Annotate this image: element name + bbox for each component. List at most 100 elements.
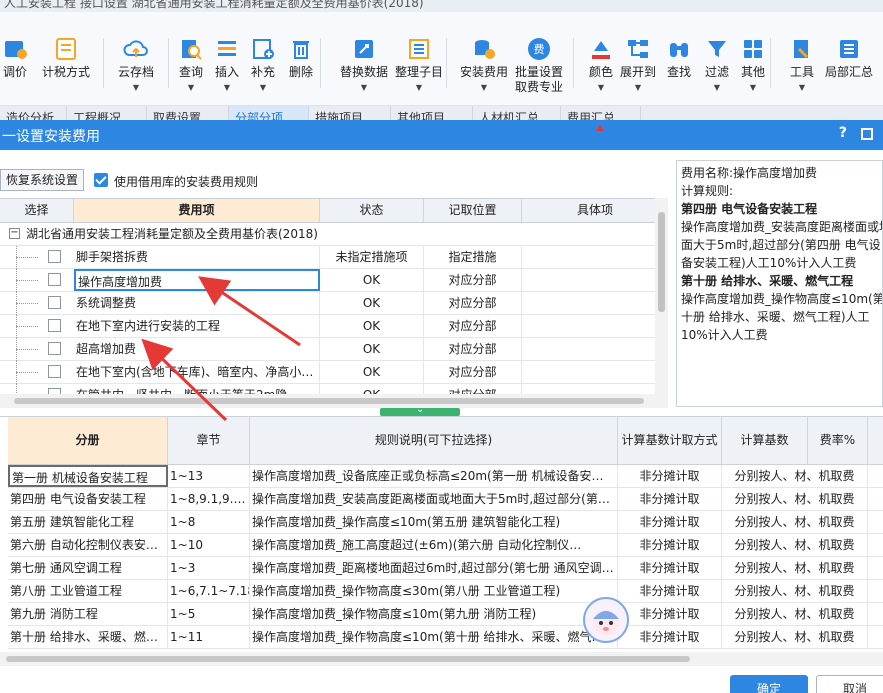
tab-cost-analysis[interactable]: 造价分析	[0, 106, 67, 120]
tab-labor-material-summary[interactable]: 人材机汇总	[473, 106, 561, 120]
maximize-icon[interactable]	[861, 128, 873, 140]
rule-cell: 操作高度增加费_操作物高度≤10m(第十册 给排水、采暖、燃气…	[250, 626, 618, 648]
column-header-rate[interactable]: 费率%	[808, 417, 868, 464]
chevron-down-icon: ▼	[749, 83, 757, 92]
group-label: 湖北省通用安装工程消耗量定额及全费用基价表(2018)	[26, 227, 318, 241]
column-header-calc-method[interactable]: 计算基数计取方式	[618, 417, 722, 464]
install-fee-icon	[471, 36, 497, 62]
tree-group-row[interactable]: − 湖北省通用安装工程消耗量定额及全费用基价表(2018)	[0, 223, 668, 246]
horizontal-scrollbar[interactable]	[0, 652, 883, 666]
panel-splitter[interactable]: ⌄	[380, 404, 460, 416]
column-header-volume[interactable]: 分册	[8, 417, 168, 464]
position-cell: 对应分部	[424, 338, 522, 360]
other-icon	[740, 36, 766, 62]
row-checkbox[interactable]	[48, 296, 61, 309]
table-row[interactable]: 第十册 给排水、采暖、燃… 1~11 操作高度增加费_操作物高度≤10m(第十册 给…	[8, 626, 883, 649]
tab-fee-settings[interactable]: 取费设置	[147, 106, 229, 120]
chapter-cell: 1~3	[168, 557, 250, 579]
tab-measures[interactable]: 措施项目	[309, 106, 391, 120]
tree-line	[16, 303, 38, 304]
table-row[interactable]: 第一册 机械设备安装工程 1~13 操作高度增加费_设备底座正或负标高≤20m(第一…	[8, 465, 883, 488]
table-row[interactable]: 在地下室内进行安装的工程 OK 对应分部	[0, 315, 668, 338]
column-header-position[interactable]: 记取位置	[424, 199, 522, 222]
ribbon-button-organize-subitems[interactable]: 整理子目 ▼	[390, 36, 448, 92]
help-button[interactable]: ?	[839, 125, 847, 141]
borrow-rules-checkbox[interactable]	[94, 173, 108, 187]
volume-cell: 第六册 自动化控制仪表安…	[8, 534, 168, 556]
ribbon-separator	[770, 38, 771, 88]
rule-cell: 操作高度增加费_操作高度≤10m(第五册 建筑智能化工程)	[250, 511, 618, 533]
ribbon-separator	[103, 38, 104, 88]
scrollbar-thumb[interactable]	[658, 212, 665, 312]
rules-grid: 分册 章节 规则说明(可下拉选择) 计算基数计取方式 计算基数 费率% 第一册 …	[0, 416, 883, 652]
chevron-down-icon: ⌄	[416, 404, 425, 415]
calc-rule-line: 计算规则:	[681, 184, 734, 198]
calc-method-cell: 非分摊计取	[618, 465, 722, 487]
table-row[interactable]: 第九册 消防工程 1~5 操作高度增加费_操作物高度≤10m(第九册 消防工程) 非分…	[8, 603, 883, 626]
ribbon-button-delete[interactable]: 删除	[272, 36, 330, 80]
column-header-chapter[interactable]: 章节	[168, 417, 250, 464]
vertical-scrollbar[interactable]	[655, 198, 668, 394]
batch-set-icon: 费	[526, 36, 552, 62]
ok-button[interactable]: 确定	[730, 675, 808, 693]
restore-system-settings-button[interactable]: 恢复系统设置	[0, 169, 84, 191]
cancel-button[interactable]: 取消	[816, 675, 883, 693]
tab-sub-items[interactable]: 分部分项	[229, 106, 309, 120]
ribbon-button-replace-data[interactable]: 替换数据 ▼	[335, 36, 393, 92]
tree-line	[16, 280, 38, 281]
table-row[interactable]: 第六册 自动化控制仪表安… 1~10 操作高度增加费_施工高度超过(±6m)(第六册…	[8, 534, 883, 557]
column-header-fee-item[interactable]: 费用项	[74, 199, 320, 222]
tab-other-items[interactable]: 其他项目	[391, 106, 473, 120]
tree-line	[16, 349, 38, 350]
table-row[interactable]: 系统调整费 OK 对应分部	[0, 292, 668, 315]
status-cell: OK	[320, 384, 424, 394]
tree-line	[16, 384, 17, 394]
delete-icon	[288, 36, 314, 62]
rules-grid-header: 分册 章节 规则说明(可下拉选择) 计算基数计取方式 计算基数 费率%	[8, 417, 883, 465]
table-row[interactable]: 第五册 建筑智能化工程 1~8 操作高度增加费_操作高度≤10m(第五册 建筑智能化…	[8, 511, 883, 534]
svg-text:费: 费	[534, 43, 545, 56]
fee-item-cell: 脚手架搭拆费	[74, 246, 320, 268]
tab-fee-summary[interactable]: 费用汇总	[561, 106, 641, 120]
tab-project-overview[interactable]: 工程概况	[67, 106, 147, 120]
table-row[interactable]: 第八册 工业管道工程 1~6,7.1~7.18 操作高度增加费_操作物高度≤30m(…	[8, 580, 883, 603]
ribbon-button-batch-set[interactable]: 费 批量设置 取费专业	[510, 36, 568, 95]
column-header-status[interactable]: 状态	[320, 199, 424, 222]
ribbon-button-install-fee[interactable]: 安装费用 ▼	[455, 36, 513, 92]
window-title: 人工安装工程 接口设置 湖北省通用安装工程消耗量定额及全费用基价表(2018)	[4, 0, 424, 10]
table-row[interactable]: 超高增加费 OK 对应分部	[0, 338, 668, 361]
fee-name-line: 费用名称:操作高度增加费	[681, 166, 818, 180]
row-checkbox[interactable]	[48, 365, 61, 378]
fee-items-grid-header: 选择 费用项 状态 记取位置 具体项	[0, 199, 668, 223]
table-row[interactable]: 操作高度增加费 OK 对应分部	[0, 269, 668, 292]
ribbon-button-tax-method[interactable]: 计税方式	[37, 36, 95, 80]
ribbon-button-cloud-save[interactable]: 云存档 ▼	[107, 36, 165, 92]
ribbon-button-partial-summary[interactable]: 局部汇总	[820, 36, 878, 80]
scrollbar-thumb[interactable]	[14, 398, 644, 404]
chevron-down-icon: ▼	[187, 83, 195, 92]
row-checkbox[interactable]	[48, 273, 61, 286]
column-header-detail[interactable]: 具体项	[522, 199, 668, 222]
horizontal-scrollbar[interactable]	[0, 394, 668, 408]
scrollbar-thumb[interactable]	[6, 656, 690, 662]
calc-method-cell: 非分摊计取	[618, 626, 722, 648]
row-checkbox[interactable]	[48, 319, 61, 332]
section-text: 操作高度增加费_操作物高度≤10m(第十册 给排水、采暖、燃气工程)人工10%计…	[681, 292, 883, 342]
position-cell: 指定措施	[424, 246, 522, 268]
rule-cell: 操作高度增加费_设备底座正或负标高≤20m(第一册 机械设备安…	[250, 465, 618, 487]
table-row[interactable]: 在地下室内(含地下车库)、暗室内、净高小… OK 对应分部	[0, 361, 668, 384]
calc-base-cell: 分别按人、材、机取费	[722, 511, 868, 533]
table-row[interactable]: 第七册 通风空调工程 1~3 操作高度增加费_距离楼地面超过6m时,超过部分(第七册…	[8, 557, 883, 580]
column-header-select[interactable]: 选择	[0, 199, 74, 222]
column-header-rule[interactable]: 规则说明(可下拉选择)	[250, 417, 618, 464]
row-checkbox[interactable]	[48, 250, 61, 263]
table-row[interactable]: 脚手架搭拆费 未指定措施项 指定措施	[0, 246, 668, 269]
table-row[interactable]: 在管井内、竖井内、断面小于等于2m隐… OK 对应分部	[0, 384, 668, 394]
tax-method-icon	[53, 36, 79, 62]
collapse-icon[interactable]: −	[9, 228, 20, 239]
fee-item-cell[interactable]: 操作高度增加费	[74, 269, 320, 291]
assistant-avatar-icon[interactable]	[583, 597, 629, 643]
table-row[interactable]: 第四册 电气设备安装工程 1~8,9.1,9.… 操作高度增加费_安装高度距离楼面或…	[8, 488, 883, 511]
column-header-calc-base[interactable]: 计算基数	[722, 417, 808, 464]
row-checkbox[interactable]	[48, 342, 61, 355]
